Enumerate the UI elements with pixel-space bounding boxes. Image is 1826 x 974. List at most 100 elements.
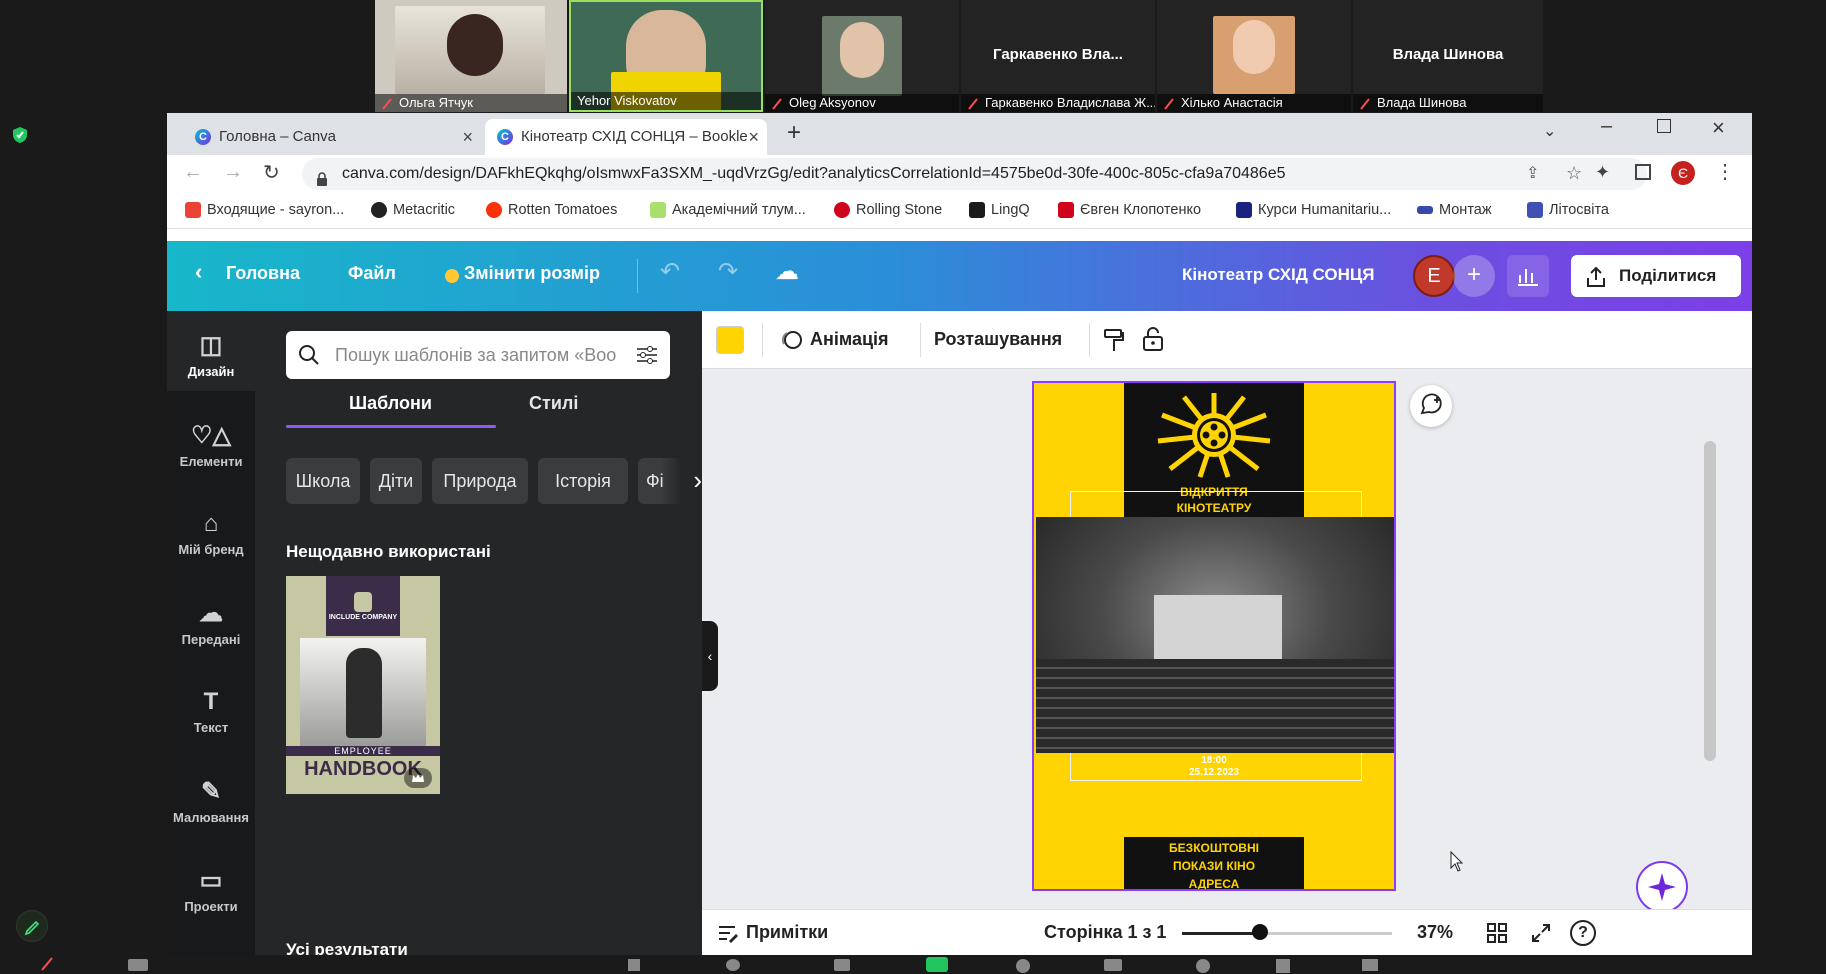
collapse-panel-icon[interactable]: ‹ (702, 621, 718, 691)
template-search-input[interactable]: Пошук шаблонів за запитом «Boo (286, 331, 670, 379)
rail-item-projects[interactable]: ▭ Проекти (167, 846, 255, 926)
rail-item-uploads[interactable]: ☁ Передані (167, 579, 255, 659)
animation-button[interactable]: Анімація (810, 329, 889, 350)
participant-tile[interactable]: Хілько Анастасія (1157, 0, 1351, 112)
url-field[interactable]: canva.com/design/DAFkhEQkqhg/oIsmwxFa3SX… (302, 158, 1647, 190)
new-tab-icon[interactable]: + (787, 119, 801, 147)
filter-chip[interactable]: Діти (370, 458, 422, 504)
search-icon (297, 343, 321, 367)
bookmark-item[interactable]: Монтаж (1417, 202, 1492, 218)
bookmark-item[interactable]: LingQ (969, 202, 1030, 218)
security-icon[interactable] (628, 959, 640, 971)
cloud-saved-icon[interactable]: ☁ (775, 257, 799, 286)
record-icon[interactable] (1016, 959, 1030, 973)
notes-button[interactable]: Примітки (746, 922, 828, 943)
help-icon[interactable]: ? (1570, 920, 1596, 946)
canva-header: ‹ Головна Файл Змінити розмір ↶ ↷ ☁ Кіно… (167, 241, 1752, 311)
insights-icon[interactable] (1507, 255, 1549, 297)
zoom-value[interactable]: 37% (1417, 922, 1453, 943)
camera-icon[interactable] (128, 959, 148, 971)
reload-icon[interactable]: ↻ (263, 160, 280, 185)
color-swatch[interactable] (716, 326, 744, 354)
file-menu-button[interactable]: Файл (348, 263, 396, 284)
active-tab-indicator (286, 425, 496, 428)
close-window-icon[interactable]: × (1712, 115, 1725, 141)
position-button[interactable]: Розташування (934, 329, 1062, 350)
profile-avatar[interactable]: Є (1671, 161, 1695, 185)
filter-chip[interactable]: Природа (432, 458, 528, 504)
unlock-icon[interactable] (1142, 326, 1164, 352)
tab-search-icon[interactable]: ⌄ (1543, 121, 1556, 141)
share-button[interactable]: Поділитися (1571, 255, 1741, 297)
fullscreen-icon[interactable] (1530, 922, 1552, 944)
extensions-icon[interactable]: ✦ (1595, 162, 1610, 183)
participant-name: Oleg Aksyonov (765, 94, 959, 112)
filter-chip[interactable]: Історія (538, 458, 628, 504)
participant-tile[interactable]: Ольга Ятчук (375, 0, 567, 112)
bookmark-item[interactable]: Академічний тлум... (650, 202, 806, 218)
pencil-icon[interactable] (16, 910, 48, 942)
filter-icon[interactable] (635, 343, 659, 367)
tab-templates[interactable]: Шаблони (349, 393, 432, 414)
add-collaborator-icon[interactable]: + (1453, 255, 1495, 297)
recent-template-card[interactable]: INCLUDE COMPANY EMPLOYEE HANDBOOK (286, 576, 440, 794)
restore-icon[interactable] (1657, 119, 1671, 133)
redo-icon[interactable]: ↷ (718, 257, 738, 286)
reactions-icon[interactable] (1196, 959, 1210, 973)
side-panel-icon[interactable] (1635, 164, 1651, 180)
chevron-left-icon[interactable]: ‹ (195, 259, 202, 285)
resize-button[interactable]: Змінити розмір (464, 263, 600, 284)
rail-item-brand[interactable]: ⌂ Мій бренд (167, 490, 255, 570)
menu-icon[interactable]: ⋮ (1715, 159, 1735, 184)
bookmark-item[interactable]: Євген Клопотенко (1058, 202, 1201, 218)
share-page-icon[interactable]: ⇪ (1526, 158, 1539, 190)
participant-tile-active[interactable]: Yehor Viskovatov (569, 0, 763, 112)
zoom-slider-handle[interactable] (1252, 924, 1268, 940)
rail-item-elements[interactable]: ♡△ Елементи (167, 401, 255, 481)
page-indicator[interactable]: Сторінка 1 з 1 (1044, 922, 1166, 943)
participants-icon[interactable] (726, 959, 740, 971)
filter-chip[interactable]: Школа (286, 458, 360, 504)
rail-item-draw[interactable]: ✎ Малювання (167, 757, 255, 837)
chat-icon[interactable] (834, 959, 850, 971)
bookmark-item[interactable]: Входящие - sayron... (185, 202, 344, 218)
rail-item-text[interactable]: T Текст (167, 668, 255, 748)
whiteboard-icon[interactable] (1362, 959, 1378, 971)
dictionary-icon (650, 202, 666, 218)
apps-icon[interactable] (1276, 959, 1290, 973)
undo-icon[interactable]: ↶ (660, 257, 680, 286)
bookmark-item[interactable]: Rolling Stone (834, 202, 942, 218)
tab-design[interactable]: C Кінотеатр СХІД СОНЦЯ – Bookle × (485, 119, 767, 155)
grid-view-icon[interactable] (1486, 922, 1508, 944)
rail-item-design[interactable]: ◫ Дизайн (167, 311, 255, 391)
vertical-scrollbar[interactable] (1704, 441, 1716, 761)
editor-canvas-area: Анімація Розташування ВІДКРИТТЯ КІНОТЕАТ… (702, 311, 1752, 955)
bookmark-item[interactable]: Курси Humanitariu... (1236, 202, 1391, 218)
paint-roller-icon[interactable] (1102, 327, 1126, 353)
magic-assistant-icon[interactable] (1636, 861, 1688, 913)
close-tab-icon[interactable]: × (462, 119, 473, 155)
back-icon[interactable]: ← (183, 161, 203, 184)
poster-page[interactable]: ВІДКРИТТЯ КІНОТЕАТРУ 18:00 25.12.2023 СХ… (1032, 381, 1396, 891)
close-tab-icon[interactable]: × (748, 119, 759, 155)
user-avatar[interactable]: Е (1413, 255, 1455, 297)
bookmark-item[interactable]: Літосвіта (1527, 202, 1609, 218)
tab-canva-home[interactable]: C Головна – Canva × (183, 119, 481, 155)
design-title[interactable]: Кінотеатр СХІД СОНЦЯ (1182, 265, 1375, 285)
participant-tile[interactable]: Гаркавенко Вла... Гаркавенко Владислава … (961, 0, 1155, 112)
chevron-right-icon[interactable]: › (661, 458, 702, 504)
participant-tile[interactable]: Влада Шинова Влада Шинова (1353, 0, 1543, 112)
forward-icon[interactable]: → (223, 161, 243, 184)
minimize-icon[interactable]: – (1601, 115, 1612, 138)
tab-styles[interactable]: Стилі (529, 393, 578, 414)
share-screen-icon[interactable] (926, 957, 948, 972)
bookmark-item[interactable]: Rotten Tomatoes (486, 202, 617, 218)
add-comment-icon[interactable] (1410, 385, 1452, 427)
participant-tile[interactable]: Oleg Aksyonov (765, 0, 959, 112)
captions-icon[interactable] (1104, 959, 1122, 971)
bookmark-item[interactable]: Metacritic (371, 202, 455, 218)
bookmark-star-icon[interactable]: ☆ (1566, 157, 1582, 189)
mic-muted-icon[interactable] (40, 957, 54, 971)
lock-icon (316, 166, 328, 186)
home-button[interactable]: Головна (226, 263, 300, 284)
